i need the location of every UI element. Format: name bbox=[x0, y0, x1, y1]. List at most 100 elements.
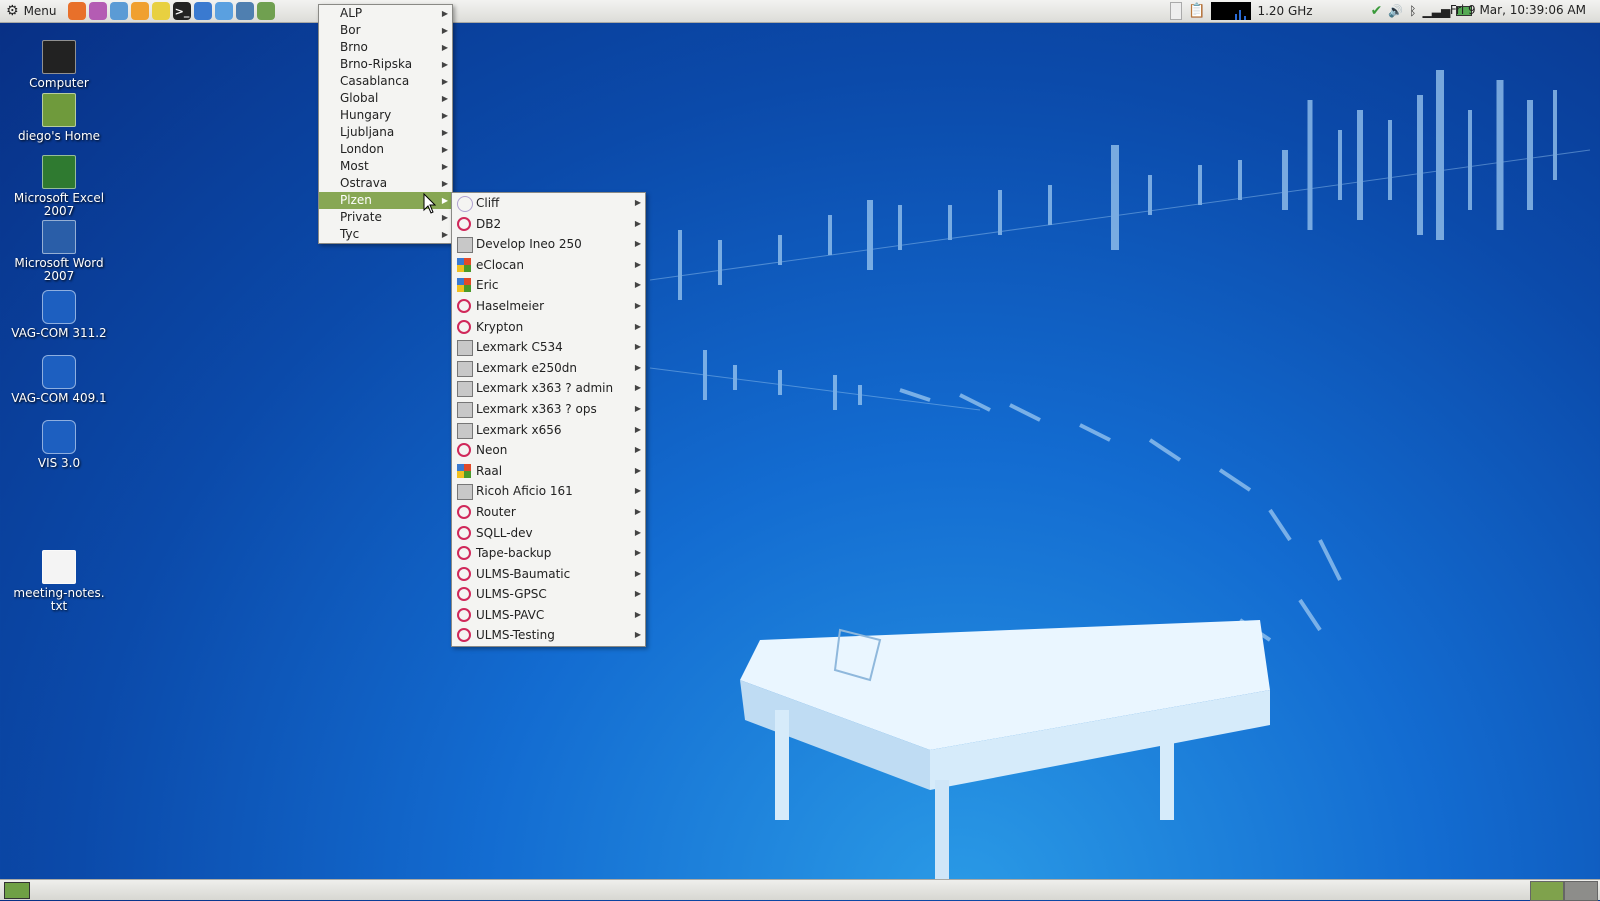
printer-icon bbox=[457, 381, 473, 398]
submenu-item[interactable]: Tape-backup ▶ bbox=[452, 543, 645, 564]
submenu-item-label: DB2 bbox=[476, 216, 502, 231]
submenu-item[interactable]: Ricoh Aficio 161 ▶ bbox=[452, 481, 645, 502]
desktop-icon-label: diego's Home bbox=[17, 129, 101, 143]
cpu-graph[interactable] bbox=[1211, 2, 1252, 20]
desktop-icon[interactable]: VAG-COM 311.2 bbox=[7, 290, 111, 340]
menu-item-global[interactable]: Global ▶ bbox=[319, 90, 452, 107]
menu-item-label: Ljubljana bbox=[340, 125, 395, 139]
wallpaper bbox=[649, 70, 1591, 880]
submenu-arrow-icon: ▶ bbox=[634, 609, 641, 619]
debian-icon bbox=[457, 607, 471, 622]
desktop-icon-label: Microsoft Excel 2007 bbox=[13, 191, 105, 218]
launcher-bar: >_ bbox=[68, 2, 275, 20]
desktop-icon-label: VAG-COM 311.2 bbox=[11, 326, 107, 340]
submenu-item[interactable]: Raal ▶ bbox=[452, 461, 645, 482]
text-file-icon bbox=[42, 550, 76, 584]
menu-item-casablanca[interactable]: Casablanca ▶ bbox=[319, 73, 452, 90]
workspace-1[interactable] bbox=[1530, 881, 1564, 901]
desktop-icon[interactable]: Computer bbox=[7, 40, 111, 90]
submenu-item[interactable]: Cliff ▶ bbox=[452, 193, 645, 214]
submenu-arrow-icon: ▶ bbox=[634, 383, 641, 393]
submenu-item-label: Neon bbox=[476, 443, 508, 458]
clipboard-icon[interactable]: 📋 bbox=[1188, 3, 1205, 19]
notification-icon[interactable] bbox=[1170, 2, 1182, 20]
submenu-item-label: Lexmark C534 bbox=[476, 340, 563, 355]
bottom-panel bbox=[0, 879, 1600, 901]
submenu-arrow-icon: ▶ bbox=[634, 486, 641, 496]
submenu-item[interactable]: ULMS-GPSC ▶ bbox=[452, 584, 645, 605]
menu-item-bor[interactable]: Bor ▶ bbox=[319, 22, 452, 39]
menu-item-most[interactable]: Most ▶ bbox=[319, 158, 452, 175]
menu-item-ostrava[interactable]: Ostrava ▶ bbox=[319, 175, 452, 192]
submenu-item[interactable]: Neon ▶ bbox=[452, 440, 645, 461]
debian-icon bbox=[457, 319, 471, 334]
remote-desktop-icon[interactable] bbox=[236, 2, 254, 20]
clock[interactable]: Fri 9 Mar, 10:39:06 AM bbox=[1450, 3, 1586, 17]
submenu-item-label: Router bbox=[476, 504, 516, 519]
system-monitor-icon[interactable] bbox=[257, 2, 275, 20]
main-menu-button[interactable]: ⚙ Menu bbox=[6, 2, 57, 20]
piano-decoration bbox=[740, 620, 1270, 880]
cpu-frequency[interactable]: 1.20 GHz bbox=[1257, 4, 1312, 18]
show-desktop-button[interactable] bbox=[4, 882, 30, 899]
submenu-item[interactable]: Eric ▶ bbox=[452, 275, 645, 296]
network-icon[interactable] bbox=[194, 2, 212, 20]
submenu-item[interactable]: ULMS-PAVC ▶ bbox=[452, 605, 645, 626]
submenu-item[interactable]: Lexmark x363 ? ops ▶ bbox=[452, 399, 645, 420]
menu-item-brno[interactable]: Brno ▶ bbox=[319, 39, 452, 56]
debian-icon bbox=[457, 546, 471, 561]
menu-item-label: Brno-Ripska bbox=[340, 57, 413, 71]
submenu-item[interactable]: Lexmark x656 ▶ bbox=[452, 420, 645, 441]
submenu-item[interactable]: Develop Ineo 250 ▶ bbox=[452, 234, 645, 255]
menu-item-hungary[interactable]: Hungary ▶ bbox=[319, 107, 452, 124]
submenu-item-label: Ricoh Aficio 161 bbox=[476, 484, 573, 499]
submenu-arrow-icon: ▶ bbox=[634, 198, 641, 207]
submenu-arrow-icon: ▶ bbox=[634, 403, 641, 413]
submenu-arrow-icon: ▶ bbox=[634, 465, 641, 475]
menu-item-london[interactable]: London ▶ bbox=[319, 141, 452, 158]
document-viewer-icon[interactable] bbox=[215, 2, 233, 20]
submenu-arrow-icon: ▶ bbox=[441, 111, 448, 120]
notes-icon[interactable] bbox=[152, 2, 170, 20]
menu-item-label: Global bbox=[340, 91, 379, 105]
menu-item-tyc[interactable]: Tyc ▶ bbox=[319, 226, 452, 243]
menu-item-label: Tyc bbox=[340, 227, 360, 241]
submenu-item[interactable]: ULMS-Testing ▶ bbox=[452, 625, 645, 646]
menu-item-label: Bor bbox=[340, 23, 361, 37]
music-player-icon[interactable] bbox=[89, 2, 107, 20]
workspace-2[interactable] bbox=[1564, 881, 1598, 901]
desktop-icon[interactable]: diego's Home bbox=[7, 93, 111, 143]
submenu-item[interactable]: Lexmark e250dn ▶ bbox=[452, 358, 645, 379]
submenu-item[interactable]: Lexmark C534 ▶ bbox=[452, 337, 645, 358]
submenu-item[interactable]: SQLL-dev ▶ bbox=[452, 523, 645, 544]
desktop-icon[interactable]: Microsoft Excel 2007 bbox=[7, 155, 111, 218]
menu-item-label: Ostrava bbox=[340, 176, 388, 190]
signal-strength-icon[interactable]: ▁▃▅ bbox=[1422, 4, 1450, 18]
chat-client-icon[interactable] bbox=[110, 2, 128, 20]
submenu-item[interactable]: ULMS-Baumatic ▶ bbox=[452, 564, 645, 585]
submenu-item[interactable]: Lexmark x363 ? admin ▶ bbox=[452, 378, 645, 399]
submenu-arrow-icon: ▶ bbox=[634, 239, 641, 249]
firefox-icon[interactable] bbox=[68, 2, 86, 20]
browser-icon[interactable] bbox=[131, 2, 149, 20]
desktop-icon[interactable]: VIS 3.0 bbox=[7, 420, 111, 470]
submenu-item[interactable]: Router ▶ bbox=[452, 502, 645, 523]
mouse-cursor-icon bbox=[423, 193, 437, 214]
desktop-icon[interactable]: VAG-COM 409.1 bbox=[7, 355, 111, 405]
desktop-icon[interactable]: Microsoft Word 2007 bbox=[7, 220, 111, 283]
submenu-item[interactable]: eClocan ▶ bbox=[452, 255, 645, 276]
menu-item-ljubljana[interactable]: Ljubljana ▶ bbox=[319, 124, 452, 141]
system-tray: 📋 1.20 GHz ✔ 🔊 ᛒ ▁▃▅ bbox=[1170, 1, 1473, 21]
menu-item-alp[interactable]: ALP ▶ bbox=[319, 5, 452, 22]
desktop-icon[interactable]: meeting-notes. txt bbox=[7, 550, 111, 613]
terminal-icon[interactable]: >_ bbox=[173, 2, 191, 20]
shield-icon[interactable]: ✔ bbox=[1371, 3, 1383, 19]
submenu-item[interactable]: Krypton ▶ bbox=[452, 317, 645, 338]
volume-icon[interactable]: 🔊 bbox=[1388, 4, 1403, 18]
submenu-item[interactable]: Haselmeier ▶ bbox=[452, 296, 645, 317]
menu-item-brno-ripska[interactable]: Brno-Ripska ▶ bbox=[319, 56, 452, 73]
vag-com-icon bbox=[42, 290, 76, 324]
bluetooth-icon[interactable]: ᛒ bbox=[1409, 4, 1416, 18]
submenu-arrow-icon: ▶ bbox=[634, 362, 641, 372]
submenu-item[interactable]: DB2 ▶ bbox=[452, 214, 645, 235]
